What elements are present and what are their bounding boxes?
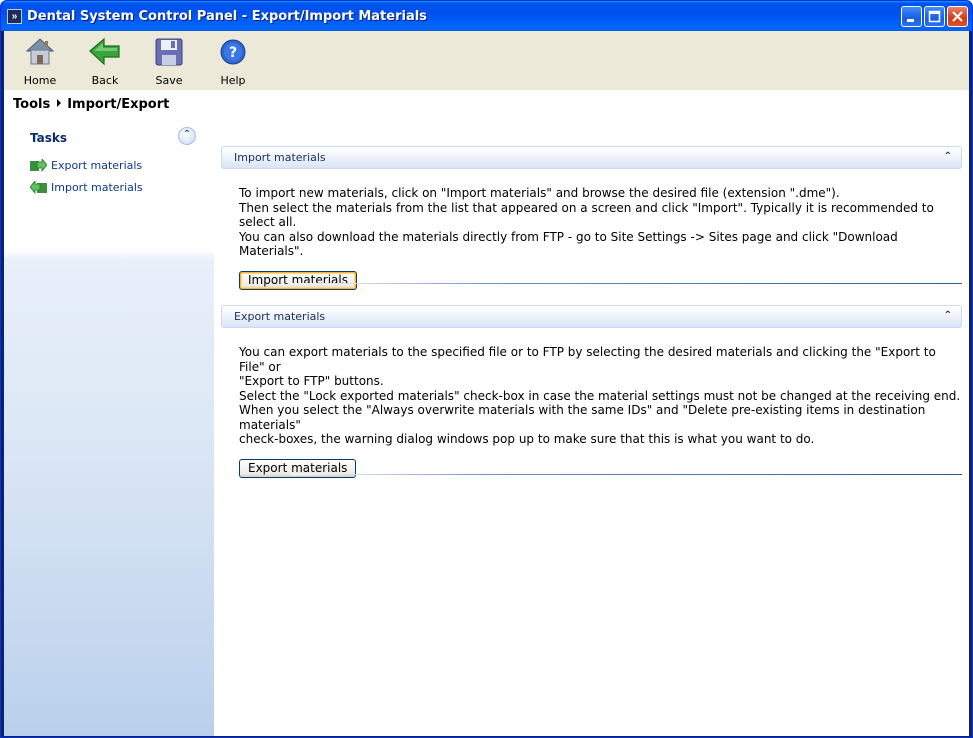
home-label: Home bbox=[23, 74, 57, 87]
export-materials-link[interactable]: Export materials bbox=[51, 159, 142, 172]
import-materials-button[interactable]: Import materials bbox=[239, 270, 357, 290]
import-text-line: You can also download the materials dire… bbox=[239, 229, 898, 259]
tasks-sidebar: Tasks ⌃ Export materials Import material… bbox=[4, 120, 214, 736]
double-chevron-up-icon: ⌃ bbox=[182, 129, 192, 140]
save-label: Save bbox=[155, 74, 183, 87]
back-label: Back bbox=[91, 74, 119, 87]
close-icon bbox=[952, 11, 963, 22]
app-icon[interactable]: » bbox=[7, 9, 22, 24]
export-text-line: check-boxes, the warning dialog windows … bbox=[239, 432, 815, 446]
import-text-line: To import new materials, click on "Impor… bbox=[239, 186, 840, 200]
collapse-tasks-button[interactable]: ⌃ bbox=[178, 127, 196, 145]
export-panel-title: Export materials bbox=[234, 310, 326, 323]
import-arrow-icon bbox=[30, 181, 47, 194]
export-text-line: "Export to FTP" buttons. bbox=[239, 374, 384, 388]
collapse-chevron-icon[interactable]: ⌃ bbox=[944, 151, 952, 162]
export-panel-body: You can export materials to the specifie… bbox=[221, 328, 962, 478]
breadcrumb-root[interactable]: Tools bbox=[13, 97, 50, 112]
window-title: Dental System Control Panel - Export/Imp… bbox=[27, 9, 427, 24]
back-arrow-icon bbox=[89, 37, 120, 66]
export-text-line: Select the "Lock exported materials" che… bbox=[239, 388, 961, 403]
tasks-header: Tasks bbox=[30, 131, 68, 145]
home-icon bbox=[25, 38, 55, 65]
maximize-icon bbox=[928, 10, 941, 23]
collapse-chevron-icon[interactable]: ⌃ bbox=[944, 310, 952, 321]
minimize-button[interactable] bbox=[901, 6, 922, 27]
export-divider bbox=[291, 474, 962, 475]
save-button[interactable]: Save bbox=[147, 35, 191, 87]
app-window: » Dental System Control Panel - Export/I… bbox=[0, 0, 973, 738]
maximize-button[interactable] bbox=[924, 6, 945, 27]
import-panel-header[interactable]: Import materials ⌃ bbox=[221, 146, 962, 169]
help-button[interactable]: ? Help bbox=[211, 35, 255, 87]
import-panel: Import materials ⌃ To import new materia… bbox=[221, 146, 962, 290]
export-arrow-icon bbox=[30, 159, 47, 172]
breadcrumb-arrow-icon bbox=[57, 99, 62, 107]
content-area: Tools Import/Export Tasks ⌃ Export materi… bbox=[4, 90, 969, 736]
sidebar-item-export-materials[interactable]: Export materials bbox=[30, 159, 142, 172]
breadcrumb: Tools Import/Export bbox=[13, 97, 169, 112]
export-panel: Export materials ⌃ You can export materi… bbox=[221, 305, 962, 478]
help-icon: ? bbox=[220, 39, 246, 65]
export-text-line: When you select the "Always overwrite ma… bbox=[239, 403, 926, 432]
import-divider bbox=[291, 283, 962, 284]
floppy-disk-icon bbox=[155, 38, 183, 66]
import-materials-link[interactable]: Import materials bbox=[51, 181, 143, 194]
home-button[interactable]: Home bbox=[18, 35, 62, 87]
export-text-line: You can export materials to the specifie… bbox=[239, 345, 936, 374]
back-button[interactable]: Back bbox=[83, 35, 127, 87]
svg-text:?: ? bbox=[229, 45, 237, 61]
title-bar[interactable]: » Dental System Control Panel - Export/I… bbox=[1, 1, 972, 31]
sidebar-item-import-materials[interactable]: Import materials bbox=[30, 181, 143, 194]
close-button[interactable] bbox=[947, 6, 968, 27]
import-text-line: Then select the materials from the list … bbox=[239, 200, 934, 230]
import-panel-body: To import new materials, click on "Impor… bbox=[221, 169, 962, 290]
toolbar: Home Back Save ? Help bbox=[4, 31, 969, 90]
import-panel-title: Import materials bbox=[234, 151, 326, 164]
minimize-icon bbox=[907, 19, 914, 22]
help-label: Help bbox=[220, 74, 246, 87]
export-panel-header[interactable]: Export materials ⌃ bbox=[221, 305, 962, 328]
breadcrumb-current: Import/Export bbox=[67, 97, 170, 112]
